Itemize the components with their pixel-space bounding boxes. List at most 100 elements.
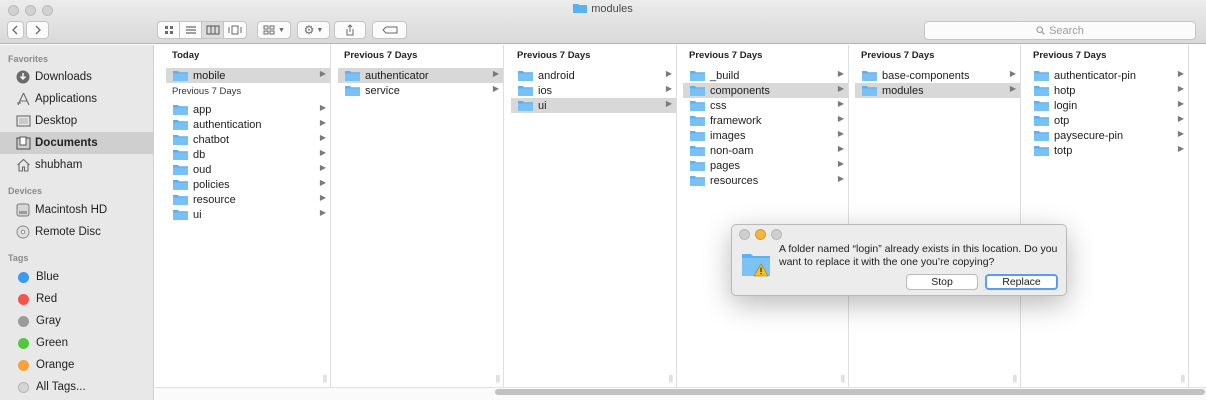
forward-button[interactable] — [26, 21, 49, 39]
browser-column: Previous 7 Days base-components ▶ modules ▶ |… — [855, 45, 1021, 387]
folder-row[interactable]: mobile ▶ — [166, 68, 330, 83]
folder-row[interactable]: non-oam ▶ — [683, 143, 848, 158]
sidebar-item-downloads[interactable]: Downloads — [0, 66, 153, 88]
folder-name: resources — [710, 174, 759, 187]
folder-row[interactable]: otp ▶ — [1027, 113, 1188, 128]
folder-row[interactable]: resources ▶ — [683, 173, 848, 188]
sidebar-item-label: Macintosh HD — [35, 204, 108, 216]
column-view-button[interactable] — [202, 22, 224, 38]
action-button[interactable]: ⚙ ▼ — [297, 21, 330, 39]
folder-icon — [690, 101, 705, 111]
folder-row[interactable]: authentication ▶ — [166, 117, 330, 132]
list-icon — [185, 26, 196, 34]
dialog-close-button[interactable] — [739, 229, 750, 240]
folder-row[interactable]: chatbot ▶ — [166, 132, 330, 147]
folder-row[interactable]: components ▶ — [683, 83, 848, 98]
sidebar-item-documents[interactable]: Documents — [0, 132, 153, 154]
sidebar-tag-blue[interactable]: Blue — [0, 266, 153, 288]
arrange-button[interactable]: ▼ — [257, 21, 291, 39]
column-resize-handle[interactable]: || — [323, 374, 327, 383]
gray-tag-dot-icon — [18, 315, 29, 327]
folder-row[interactable]: app ▶ — [166, 102, 330, 117]
back-button[interactable] — [7, 21, 24, 39]
folder-name: non-oam — [710, 144, 754, 157]
folder-row[interactable]: resource ▶ — [166, 192, 330, 207]
disclosure-chevron-icon: ▶ — [1177, 114, 1184, 123]
folder-row[interactable]: paysecure-pin ▶ — [1027, 128, 1188, 143]
dialog-minimize-button[interactable] — [755, 229, 766, 240]
sidebar-item-remote-disc[interactable]: Remote Disc — [0, 221, 153, 243]
share-button[interactable] — [334, 21, 366, 39]
replace-button[interactable]: Replace — [985, 274, 1058, 290]
folder-row[interactable]: modules ▶ — [855, 83, 1020, 98]
folder-row[interactable]: authenticator ▶ — [338, 68, 503, 83]
folder-name: chatbot — [193, 133, 230, 146]
folder-name: policies — [193, 178, 230, 191]
disclosure-chevron-icon: ▶ — [837, 159, 844, 168]
folder-row[interactable]: pages ▶ — [683, 158, 848, 173]
stop-button[interactable]: Stop — [906, 274, 978, 290]
sidebar-tag-green[interactable]: Green — [0, 332, 153, 354]
view-mode-switcher — [157, 21, 247, 39]
column-resize-handle[interactable]: || — [1013, 374, 1017, 383]
folder-name: hotp — [1054, 84, 1076, 97]
column-resize-handle[interactable]: || — [669, 374, 673, 383]
sidebar-item-desktop[interactable]: Desktop — [0, 110, 153, 132]
folder-icon — [690, 116, 705, 126]
sidebar-item-label: Green — [36, 337, 68, 349]
gear-icon: ⚙ — [303, 23, 315, 37]
column-resize-handle[interactable]: || — [841, 374, 845, 383]
folder-icon — [690, 161, 705, 171]
folder-icon — [690, 71, 705, 81]
sidebar-item-macintosh-hd[interactable]: Macintosh HD — [0, 199, 153, 221]
sidebar-item-applications[interactable]: Applications — [0, 88, 153, 110]
icon-view-button[interactable] — [158, 22, 180, 38]
folder-row[interactable]: ios ▶ — [511, 83, 676, 98]
folder-row[interactable]: policies ▶ — [166, 177, 330, 192]
folder-name: authentication — [193, 118, 262, 131]
folder-row[interactable]: totp ▶ — [1027, 143, 1188, 158]
documents-icon — [15, 135, 31, 151]
folder-warning-icon — [742, 254, 770, 277]
sidebar-tag-all-tags[interactable]: All Tags... — [0, 376, 153, 398]
sidebar-item-label: All Tags... — [36, 381, 86, 393]
cover-flow-view-button[interactable] — [224, 22, 246, 38]
column-resize-handle[interactable]: || — [496, 374, 500, 383]
sidebar-tag-gray[interactable]: Gray — [0, 310, 153, 332]
sidebar-tag-orange[interactable]: Orange — [0, 354, 153, 376]
folder-name: oud — [193, 163, 212, 176]
disclosure-chevron-icon: ▶ — [665, 99, 672, 108]
folder-row[interactable]: service ▶ — [338, 83, 503, 98]
folder-name: pages — [710, 159, 740, 172]
folder-row[interactable]: hotp ▶ — [1027, 83, 1188, 98]
search-field[interactable]: Search — [924, 21, 1196, 40]
folder-row[interactable]: images ▶ — [683, 128, 848, 143]
column-header: Previous 7 Days — [517, 50, 591, 61]
folder-icon — [173, 150, 188, 160]
sidebar-tag-red[interactable]: Red — [0, 288, 153, 310]
columns-icon — [206, 25, 219, 35]
folder-row[interactable]: login ▶ — [1027, 98, 1188, 113]
disclosure-chevron-icon: ▶ — [319, 148, 326, 157]
sidebar-item-home[interactable]: shubham — [0, 154, 153, 176]
folder-row[interactable]: framework ▶ — [683, 113, 848, 128]
folder-name: totp — [1054, 144, 1073, 157]
folder-row[interactable]: ui ▶ — [166, 207, 330, 222]
folder-row[interactable]: css ▶ — [683, 98, 848, 113]
folder-row[interactable]: base-components ▶ — [855, 68, 1020, 83]
folder-name: app — [193, 103, 212, 116]
edit-tags-button[interactable] — [372, 21, 407, 39]
folder-row[interactable]: oud ▶ — [166, 162, 330, 177]
horizontal-scrollbar[interactable] — [495, 389, 1205, 395]
column-resize-handle[interactable]: || — [1181, 374, 1185, 383]
folder-row[interactable]: _build ▶ — [683, 68, 848, 83]
folder-row[interactable]: ui ▶ — [511, 98, 676, 113]
column-header: Previous 7 Days — [344, 50, 418, 61]
column-header: Previous 7 Days — [689, 50, 763, 61]
list-view-button[interactable] — [180, 22, 202, 38]
folder-row[interactable]: authenticator-pin ▶ — [1027, 68, 1188, 83]
folder-row[interactable]: db ▶ — [166, 147, 330, 162]
folder-row[interactable]: android ▶ — [511, 68, 676, 83]
dialog-zoom-button[interactable] — [771, 229, 782, 240]
cover-flow-icon — [228, 25, 242, 35]
